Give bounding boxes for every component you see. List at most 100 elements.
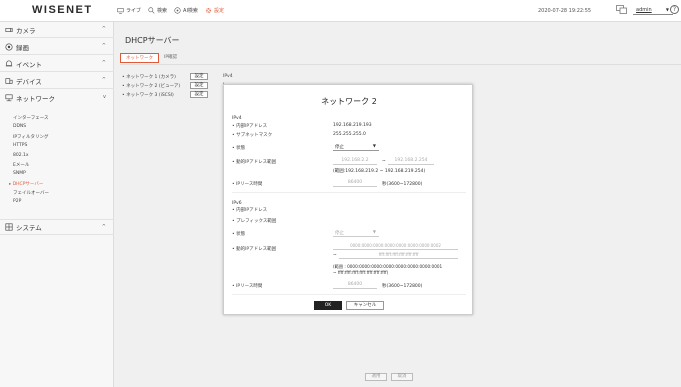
sidebar-item-network[interactable]: ネットワーク v (0, 90, 114, 106)
chevron-down-icon: ▼ (665, 7, 669, 12)
sidebar-sub-label: DHCPサーバー (12, 182, 44, 187)
range-separator: ~ (333, 253, 337, 258)
divider (120, 64, 681, 65)
network-row-3: • ネットワーク 3 (iSCSI) (122, 92, 174, 98)
network-label: • ネットワーク 1 (カメラ) (122, 75, 176, 80)
section-divider (232, 192, 466, 193)
label-text: プレフィックス範囲 (236, 219, 277, 224)
dialog-title: ネットワーク 2 (321, 97, 377, 106)
ipv4-subnet: 255.255.255.0 (333, 132, 366, 137)
tab-network[interactable]: ネットワーク (120, 53, 159, 63)
sidebar-sub-https[interactable]: HTTPS (13, 143, 27, 148)
bottom-buttons: 適用 取消 (365, 373, 413, 381)
label-text: IPリース時間 (236, 284, 263, 289)
gear-icon (205, 7, 211, 14)
sidebar-item-label: ネットワーク (16, 95, 55, 103)
label-text: 動的IPアドレス範囲 (236, 160, 277, 165)
ipv6-range-end-input[interactable]: ffff:ffff:ffff:ffff:ffff:ffff (339, 252, 458, 259)
chevron-up-icon: ^ (101, 43, 106, 49)
range-separator: ~ (382, 159, 386, 164)
network-label-text: ネットワーク 2 (ビューア) (126, 84, 181, 89)
network-label-text: ネットワーク 3 (iSCSI) (126, 93, 174, 98)
ipv4-state-label: • 状態 (232, 146, 246, 151)
layout-icon[interactable] (616, 5, 627, 14)
menu-live[interactable]: ライブ (117, 7, 141, 14)
sidebar-sub-dhcp-server[interactable]: ▸ DHCPサーバー (9, 181, 43, 187)
select-value: 停止 (335, 231, 344, 236)
logo: WISENET (32, 4, 93, 16)
ipv4-section-title: IPv4 (232, 116, 242, 121)
sidebar-item-label: デバイス (16, 77, 42, 86)
system-icon (5, 223, 13, 231)
sidebar-item-record[interactable]: 録画 ^ (0, 39, 114, 55)
menu-settings-label: 設定 (213, 8, 224, 14)
network-row-2: • ネットワーク 2 (ビューア) (122, 83, 180, 89)
ok-button[interactable]: OK (314, 301, 342, 310)
top-bar: WISENET ライブ 検索 AI検索 設定 2020-07-28 19:22:… (0, 0, 681, 22)
sidebar-sub-ddns[interactable]: DDNS (13, 124, 26, 129)
ipv6-range-label: • 動的IPアドレス範囲 (232, 247, 277, 252)
ipv4-lease-input[interactable]: 86400 (333, 180, 377, 187)
ipv6-lease-label: • IPリース時間 (232, 284, 263, 289)
network-3-settings-button[interactable]: 設定 (190, 91, 208, 98)
tab-bar: ネットワーク IP確認 (120, 53, 182, 63)
user-name: admin (636, 7, 652, 13)
menu-settings[interactable]: 設定 (205, 7, 224, 14)
sidebar-sub-email[interactable]: Eメール (13, 162, 29, 168)
sidebar-item-label: イベント (16, 60, 42, 69)
tab-ip-check[interactable]: IP確認 (159, 53, 182, 63)
sidebar-item-camera[interactable]: カメラ ^ (0, 22, 114, 38)
ipv4-range-start-input[interactable]: 192.168.2.2 (333, 158, 377, 165)
chevron-up-icon: ^ (101, 77, 106, 83)
sidebar-sub-interface[interactable]: インターフェース (13, 115, 49, 121)
network-1-settings-button[interactable]: 設定 (190, 73, 208, 80)
ipv4-range-end-input[interactable]: 192.168.2.254 (388, 158, 434, 165)
dialog-cancel-button[interactable]: キャンセル (346, 301, 384, 310)
record-icon (5, 42, 13, 51)
chevron-up-icon: ^ (101, 60, 106, 66)
select-value: 停止 (335, 145, 344, 150)
sidebar-item-device[interactable]: デバイス ^ (0, 73, 114, 89)
user-select[interactable]: admin ▼ (633, 5, 673, 15)
sidebar-sub-p2p[interactable]: P2P (13, 199, 21, 204)
sidebar-item-system[interactable]: システム ^ (0, 219, 114, 235)
menu-search[interactable]: 検索 (148, 7, 167, 14)
ipv6-internal-ip-label: • 内部IPアドレス (232, 208, 268, 213)
network-dialog: ネットワーク 2 IPv4 • 内部IPアドレス 192.168.219.193… (223, 84, 473, 315)
sidebar-sub-snmp[interactable]: SNMP (13, 171, 26, 176)
ipv6-state-select[interactable]: 停止 ▼ (333, 229, 379, 237)
cancel-button[interactable]: 取消 (391, 373, 413, 381)
network-1-ip: IPv4 (223, 74, 233, 79)
top-menu: ライブ 検索 AI検索 設定 (117, 7, 224, 14)
network-label-text: ネットワーク 1 (カメラ) (126, 75, 176, 80)
section-divider (232, 294, 466, 295)
sidebar-item-label: システム (16, 224, 42, 232)
sidebar-sub-failover[interactable]: フェイルオーバー (13, 190, 49, 196)
label-text: IPリース時間 (236, 182, 263, 187)
ipv4-state-select[interactable]: 停止 ▼ (333, 143, 379, 151)
ipv4-range-hint: (範囲:192.168.219.2 ~ 192.168.219.254) (333, 169, 426, 174)
ipv6-range-start-input[interactable]: 0000:0000:0000:0000:0000:0000:0000:0002 (333, 243, 458, 250)
search-icon (148, 7, 155, 14)
sidebar-sub-8021x[interactable]: 802.1x (13, 153, 29, 158)
label-text: 内部IPアドレス (236, 124, 268, 129)
chevron-up-icon: ^ (101, 224, 106, 230)
apply-button[interactable]: 適用 (365, 373, 387, 381)
label-text: 状態 (236, 146, 246, 151)
label-text: 動的IPアドレス範囲 (236, 247, 277, 252)
chevron-down-icon: ▼ (372, 143, 376, 148)
sidebar-sub-ip-filter[interactable]: IPフィルタリング (13, 134, 48, 140)
page-title: DHCPサーバー (125, 36, 180, 45)
ipv6-state-label: • 状態 (232, 232, 246, 237)
bell-icon (5, 59, 13, 68)
camera-icon (5, 26, 13, 34)
ipv6-range-hint-2: ~ ffff:ffff:ffff:ffff:ffff:ffff:ffff) (333, 270, 389, 275)
sidebar-item-event[interactable]: イベント ^ (0, 56, 114, 72)
network-label: • ネットワーク 2 (ビューア) (122, 84, 181, 89)
ipv6-lease-input[interactable]: 86400 (333, 282, 377, 289)
network-icon (5, 94, 13, 102)
menu-ai-search[interactable]: AI検索 (174, 7, 198, 14)
network-row-1: • ネットワーク 1 (カメラ) (122, 74, 176, 80)
help-icon[interactable]: ? (670, 5, 679, 14)
network-2-settings-button[interactable]: 設定 (190, 82, 208, 89)
